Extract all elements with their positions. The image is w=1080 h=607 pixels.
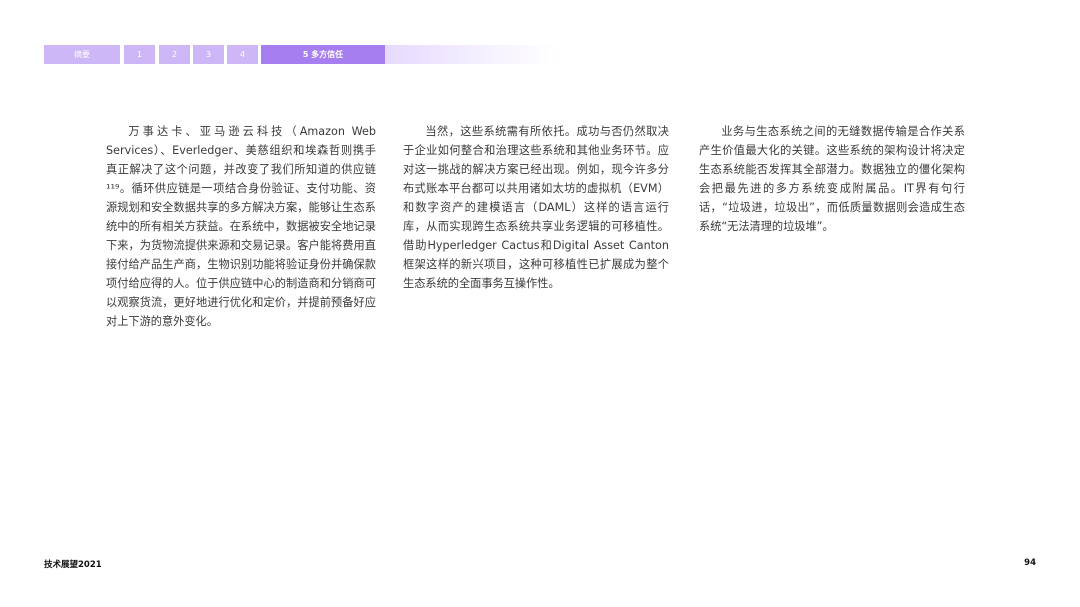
text-column-1: 万事达卡、亚马逊云科技（Amazon Web Services）、Everled… <box>106 125 376 328</box>
nav-gradient-bar <box>385 45 561 64</box>
nav-tab-3[interactable]: 3 <box>193 45 224 64</box>
page-number: 94 <box>1024 558 1036 568</box>
nav-tab-2[interactable]: 2 <box>159 45 190 64</box>
report-title: 技术展望2021 <box>44 560 102 570</box>
text-column-2: 当然，这些系统需有所依托。成功与否仍然取决于企业如何整合和治理这些系统和其他业务… <box>403 125 669 290</box>
nav-tab-4[interactable]: 4 <box>227 45 258 64</box>
nav-tab-summary[interactable]: 摘要 <box>44 45 120 64</box>
text-column-3: 业务与生态系统之间的无缝数据传输是合作关系产生价值最大化的关键。这些系统的架构设… <box>699 125 965 233</box>
nav-tab-1[interactable]: 1 <box>124 45 155 64</box>
nav-tab-5-multiparty-trust[interactable]: 5 多方信任 <box>261 45 385 64</box>
